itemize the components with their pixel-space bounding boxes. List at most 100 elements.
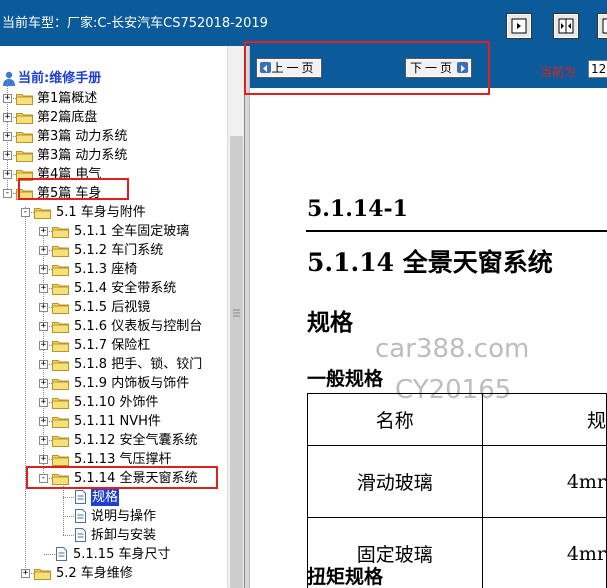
document-page: car388.com CY20165 5.1.14-1 5.1.14 全景天窗系… <box>250 88 607 588</box>
table-header-cell: 规 <box>481 393 607 446</box>
folder-icon <box>52 358 69 371</box>
table-cell: 4mr <box>481 445 607 518</box>
tree-item[interactable]: 拆卸与安装 <box>0 526 226 545</box>
document-icon <box>75 509 86 523</box>
tree-guide-line <box>63 497 74 498</box>
tree-item-label: 说明与操作 <box>91 509 157 524</box>
tree-item-label: 5.1.3 座椅 <box>74 262 138 277</box>
folder-icon <box>52 301 69 314</box>
folder-icon <box>16 111 33 124</box>
tree-item[interactable]: +5.1.6 仪表板与控制台 <box>0 317 226 336</box>
tree-scrollbar[interactable] <box>227 46 244 588</box>
expand-toggle-icon[interactable]: + <box>3 132 12 141</box>
document-icon <box>75 528 86 542</box>
tree-guide-line <box>63 535 74 536</box>
table-cell: 滑动玻璃 <box>307 445 483 518</box>
tree-item-label: 5.1 车身与附件 <box>56 205 146 220</box>
document-icon <box>56 547 67 561</box>
tree-item[interactable]: + 第1篇概述 <box>0 89 226 108</box>
folder-icon <box>52 339 69 352</box>
tree-item[interactable]: 规格 <box>0 488 226 507</box>
section-title: 5.1.14 全景天窗系统 <box>307 248 553 277</box>
tree-item[interactable]: +5.1.10 外饰件 <box>0 393 226 412</box>
tree-item[interactable]: +5.1.3 座椅 <box>0 260 226 279</box>
tree-item[interactable]: +5.1.4 安全带系统 <box>0 279 226 298</box>
tree-item[interactable]: +5.1.2 车门系统 <box>0 241 226 260</box>
tree-item[interactable]: + 第3篇 动力系统 <box>0 127 226 146</box>
expand-toggle-icon[interactable]: + <box>39 246 48 255</box>
document-icon <box>75 490 86 504</box>
tree-guide-line <box>63 516 74 517</box>
general-spec-heading: 一般规格 <box>307 368 384 390</box>
pane-left-icon <box>511 18 527 34</box>
tree-item[interactable]: - 5.1 车身与附件 <box>0 203 226 222</box>
tree-item[interactable]: +5.1.5 后视镜 <box>0 298 226 317</box>
collapse-toggle-icon[interactable]: - <box>3 189 12 198</box>
manual-user-icon <box>3 71 15 86</box>
tree-item-label: 5.1.12 安全气囊系统 <box>74 433 198 448</box>
expand-toggle-icon[interactable]: + <box>39 379 48 388</box>
table-cell: 4mr <box>481 517 607 588</box>
folder-icon <box>52 453 69 466</box>
tree-item-label: 5.1.8 把手、锁、铰门 <box>74 357 203 372</box>
expand-toggle-icon[interactable]: + <box>39 417 48 426</box>
expand-toggle-icon[interactable]: + <box>3 170 12 179</box>
expand-toggle-icon[interactable]: + <box>3 94 12 103</box>
tree-item[interactable]: +5.1.12 安全气囊系统 <box>0 431 226 450</box>
pane-left-button[interactable] <box>506 13 532 39</box>
tree-item[interactable]: 5.1.15 车身尺寸 <box>0 545 226 564</box>
tree-root-label: 当前:维修手册 <box>18 71 102 86</box>
expand-toggle-icon[interactable]: + <box>39 360 48 369</box>
page-number-input[interactable]: 122 <box>588 60 607 78</box>
tree-item-label: 第1篇概述 <box>37 91 98 106</box>
tree-item[interactable]: + 第3篇 动力系统 <box>0 146 226 165</box>
expand-toggle-icon[interactable]: + <box>21 569 30 578</box>
tree-item[interactable]: +5.1.11 NVH件 <box>0 412 226 431</box>
tree-item-label: 5.1.10 外饰件 <box>74 395 159 410</box>
tree-item[interactable]: +5.1.9 内饰板与饰件 <box>0 374 226 393</box>
expand-toggle-icon[interactable]: + <box>39 284 48 293</box>
table-header-cell: 名称 <box>307 393 483 446</box>
folder-icon <box>52 415 69 428</box>
window-title: 当前车型：厂家:C-长安汽车CS752018-2019 <box>2 16 268 31</box>
tree-item[interactable]: +5.2 车身维修 <box>0 564 226 583</box>
expand-toggle-icon[interactable]: + <box>39 455 48 464</box>
title-rule <box>306 230 607 232</box>
folder-icon <box>34 206 51 219</box>
folder-icon <box>52 377 69 390</box>
tree-item-label: 5.1.2 车门系统 <box>74 243 164 258</box>
manual-tree: 当前:维修手册 + 第1篇概述 + 第2篇底盘 + 第3篇 动力系统 + 第3篇 动力系统 + 第… <box>0 46 244 588</box>
tree-item[interactable]: 说明与操作 <box>0 507 226 526</box>
tree-scrollbar-thumb[interactable] <box>230 136 243 588</box>
pane-split-button[interactable] <box>553 13 579 39</box>
folder-icon <box>52 263 69 276</box>
expand-toggle-icon[interactable]: + <box>3 151 12 160</box>
folder-icon <box>52 282 69 295</box>
expand-toggle-icon[interactable]: + <box>39 303 48 312</box>
expand-toggle-icon[interactable]: + <box>39 341 48 350</box>
pane-right-icon <box>602 18 607 34</box>
tree-root[interactable]: 当前:维修手册 <box>2 69 101 88</box>
expand-toggle-icon[interactable]: + <box>39 322 48 331</box>
expand-toggle-icon[interactable]: + <box>3 113 12 122</box>
expand-toggle-icon[interactable]: + <box>39 436 48 445</box>
pane-right-button[interactable] <box>597 13 607 39</box>
tree-item-label: 5.1.1 全车固定玻璃 <box>74 224 190 239</box>
tree-guide-line <box>44 554 55 555</box>
tree-item[interactable]: + 第2篇底盘 <box>0 108 226 127</box>
torque-spec-heading: 扭矩规格 <box>307 566 384 588</box>
folder-icon <box>52 434 69 447</box>
tree-item-label: 第3篇 动力系统 <box>37 148 128 163</box>
tree-item[interactable]: +5.1.8 把手、锁、铰门 <box>0 355 226 374</box>
tree-item-label: 5.1.11 NVH件 <box>74 414 161 429</box>
tree-item-label: 拆卸与安装 <box>91 528 157 543</box>
expand-toggle-icon[interactable]: + <box>39 398 48 407</box>
expand-toggle-icon[interactable]: + <box>39 227 48 236</box>
folder-icon <box>52 396 69 409</box>
tree-item[interactable]: +5.1.1 全车固定玻璃 <box>0 222 226 241</box>
collapse-toggle-icon[interactable]: - <box>21 208 30 217</box>
highlight-chapter-5 <box>18 178 129 200</box>
tree-item[interactable]: +5.1.7 保险杠 <box>0 336 226 355</box>
expand-toggle-icon[interactable]: + <box>39 265 48 274</box>
folder-icon <box>52 244 69 257</box>
